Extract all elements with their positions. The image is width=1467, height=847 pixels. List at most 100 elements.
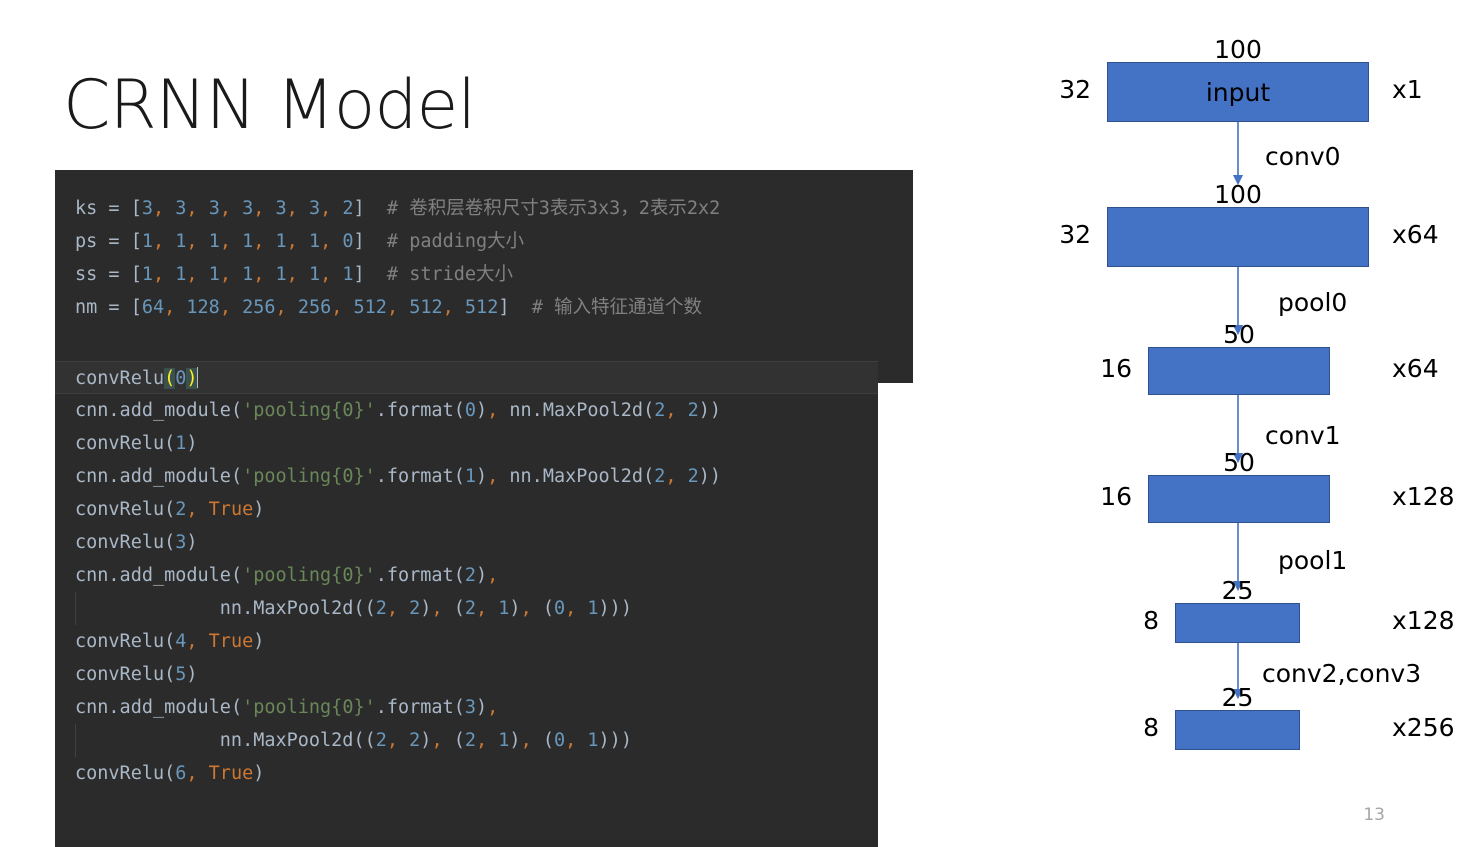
code-token: 2: [175, 499, 187, 520]
channel-label-conv1-out: x128: [1392, 482, 1455, 511]
code-token: (: [542, 598, 554, 619]
code-token: ))): [598, 730, 632, 751]
code-token: 1: [275, 264, 287, 285]
code-token: 5: [175, 664, 187, 685]
code-token: ,: [487, 565, 499, 586]
code-line-0[interactable]: convRelu(0): [55, 361, 878, 394]
code-token: (: [643, 400, 655, 421]
code-line-1[interactable]: cnn.add_module('pooling{0}'.format(0), n…: [55, 394, 878, 427]
layer-box-pool0-out[interactable]: [1148, 347, 1330, 395]
code-token: 3: [175, 198, 187, 219]
code-token: ,: [520, 730, 543, 751]
code-token: 2: [375, 730, 387, 751]
code-token: # 卷积层卷积尺寸3表示3x3，2表示2x2: [364, 198, 721, 219]
param-line-1[interactable]: ps = [1, 1, 1, 1, 1, 1, 0] # padding大小: [55, 225, 913, 258]
code-token: ): [253, 499, 265, 520]
code-token: ): [186, 433, 198, 454]
code-token: 0: [553, 598, 566, 619]
code-line-2[interactable]: convRelu(1): [55, 427, 878, 460]
code-token: 3: [275, 198, 287, 219]
code-token: 3: [175, 532, 187, 553]
code-token: 256: [297, 297, 332, 318]
code-token: ): [475, 400, 488, 421]
code-line-6[interactable]: cnn.add_module('pooling{0}'.format(2),: [55, 559, 878, 592]
code-token: 'pooling{0}': [242, 697, 376, 718]
code-token: (: [230, 565, 243, 586]
code-token: ,: [331, 297, 354, 318]
code-line-7[interactable]: nn.MaxPool2d((2, 2), (2, 1), (0, 1))): [55, 592, 878, 625]
code-token: [: [130, 264, 142, 285]
edge-label-conv0: conv0: [1265, 142, 1341, 171]
param-line-0[interactable]: ks = [3, 3, 3, 3, 3, 3, 2] # 卷积层卷积尺寸3表示3…: [55, 192, 913, 225]
code-token: ,: [320, 264, 343, 285]
layer-box-conv0-out[interactable]: [1107, 207, 1369, 267]
layer-box-input[interactable]: input: [1107, 62, 1369, 122]
code-token: 1: [498, 730, 510, 751]
code-token: nn.MaxPool2d: [75, 598, 354, 619]
code-token: ): [475, 565, 488, 586]
code-line-3[interactable]: cnn.add_module('pooling{0}'.format(1), n…: [55, 460, 878, 493]
code-line-11[interactable]: nn.MaxPool2d((2, 2), (2, 1), (0, 1))): [55, 724, 878, 757]
code-token: (: [643, 466, 655, 487]
code-token: (: [164, 664, 176, 685]
code-token: ,: [186, 631, 209, 652]
code-token: 0: [342, 231, 354, 252]
code-token: (: [230, 400, 243, 421]
code-line-9[interactable]: convRelu(5): [55, 658, 878, 691]
param-line-2[interactable]: ss = [1, 1, 1, 1, 1, 1, 1] # stride大小: [55, 258, 913, 291]
code-token: 1: [242, 264, 254, 285]
code-token: 512: [464, 297, 499, 318]
code-token: ((: [353, 598, 376, 619]
code-token: [: [130, 198, 142, 219]
code-token: ,: [487, 466, 510, 487]
code-token: 512: [409, 297, 443, 318]
code-token: 1: [175, 433, 187, 454]
code-line-4[interactable]: convRelu(2, True): [55, 493, 878, 526]
code-token: 3: [208, 198, 220, 219]
width-label-conv0-out: 100: [1214, 180, 1262, 209]
code-token: ,: [164, 297, 187, 318]
code-token: 1: [242, 231, 254, 252]
cnn-architecture-diagram: conv0 pool0 conv1 pool1 conv2,conv3 input 100 3…: [1020, 0, 1467, 847]
code-token: ,: [152, 231, 176, 252]
code-line-12[interactable]: convRelu(6, True): [55, 757, 878, 790]
height-label-conv23-out: 8: [1143, 713, 1159, 742]
code-token: [: [130, 297, 142, 318]
code-line-10[interactable]: cnn.add_module('pooling{0}'.format(3),: [55, 691, 878, 724]
width-label-pool1-out: 25: [1221, 576, 1254, 605]
code-token: 3: [464, 697, 476, 718]
code-token: (: [230, 697, 243, 718]
param-line-3[interactable]: nm = [64, 128, 256, 256, 512, 512, 512] …: [55, 291, 913, 324]
code-token: ]: [353, 231, 365, 252]
code-token: ): [186, 532, 198, 553]
text-caret: [196, 367, 198, 388]
layer-box-conv1-out[interactable]: [1148, 475, 1330, 523]
code-token: 3: [242, 198, 254, 219]
code-token: (: [164, 763, 176, 784]
code-token: 2: [375, 598, 387, 619]
code-token: ,: [320, 231, 343, 252]
code-token: ,: [253, 198, 276, 219]
code-token: # 输入特征通道个数: [509, 297, 703, 318]
code-block-network-definition[interactable]: convRelu(0) cnn.add_module('pooling{0}'.f…: [55, 361, 878, 847]
width-label-conv23-out: 25: [1221, 683, 1254, 712]
code-token: (: [164, 499, 176, 520]
code-block-hyperparameters[interactable]: ks = [3, 3, 3, 3, 3, 3, 2] # 卷积层卷积尺寸3表示3…: [55, 170, 913, 383]
code-token: 1: [275, 231, 287, 252]
code-token: ,: [487, 697, 499, 718]
code-token: (: [164, 368, 176, 389]
slide-number: 13: [1363, 805, 1385, 825]
code-token: True: [208, 631, 254, 652]
layer-box-conv23-out[interactable]: [1175, 710, 1300, 750]
code-line-5[interactable]: convRelu(3): [55, 526, 878, 559]
code-token: 1: [308, 231, 321, 252]
code-token: True: [208, 763, 254, 784]
code-token: 1: [175, 264, 187, 285]
code-token: (: [453, 565, 465, 586]
code-line-8[interactable]: convRelu(4, True): [55, 625, 878, 658]
code-token: ,: [186, 264, 209, 285]
code-token: (: [164, 532, 176, 553]
code-token: True: [208, 499, 254, 520]
code-token: 1: [175, 231, 187, 252]
layer-box-pool1-out[interactable]: [1175, 603, 1300, 643]
